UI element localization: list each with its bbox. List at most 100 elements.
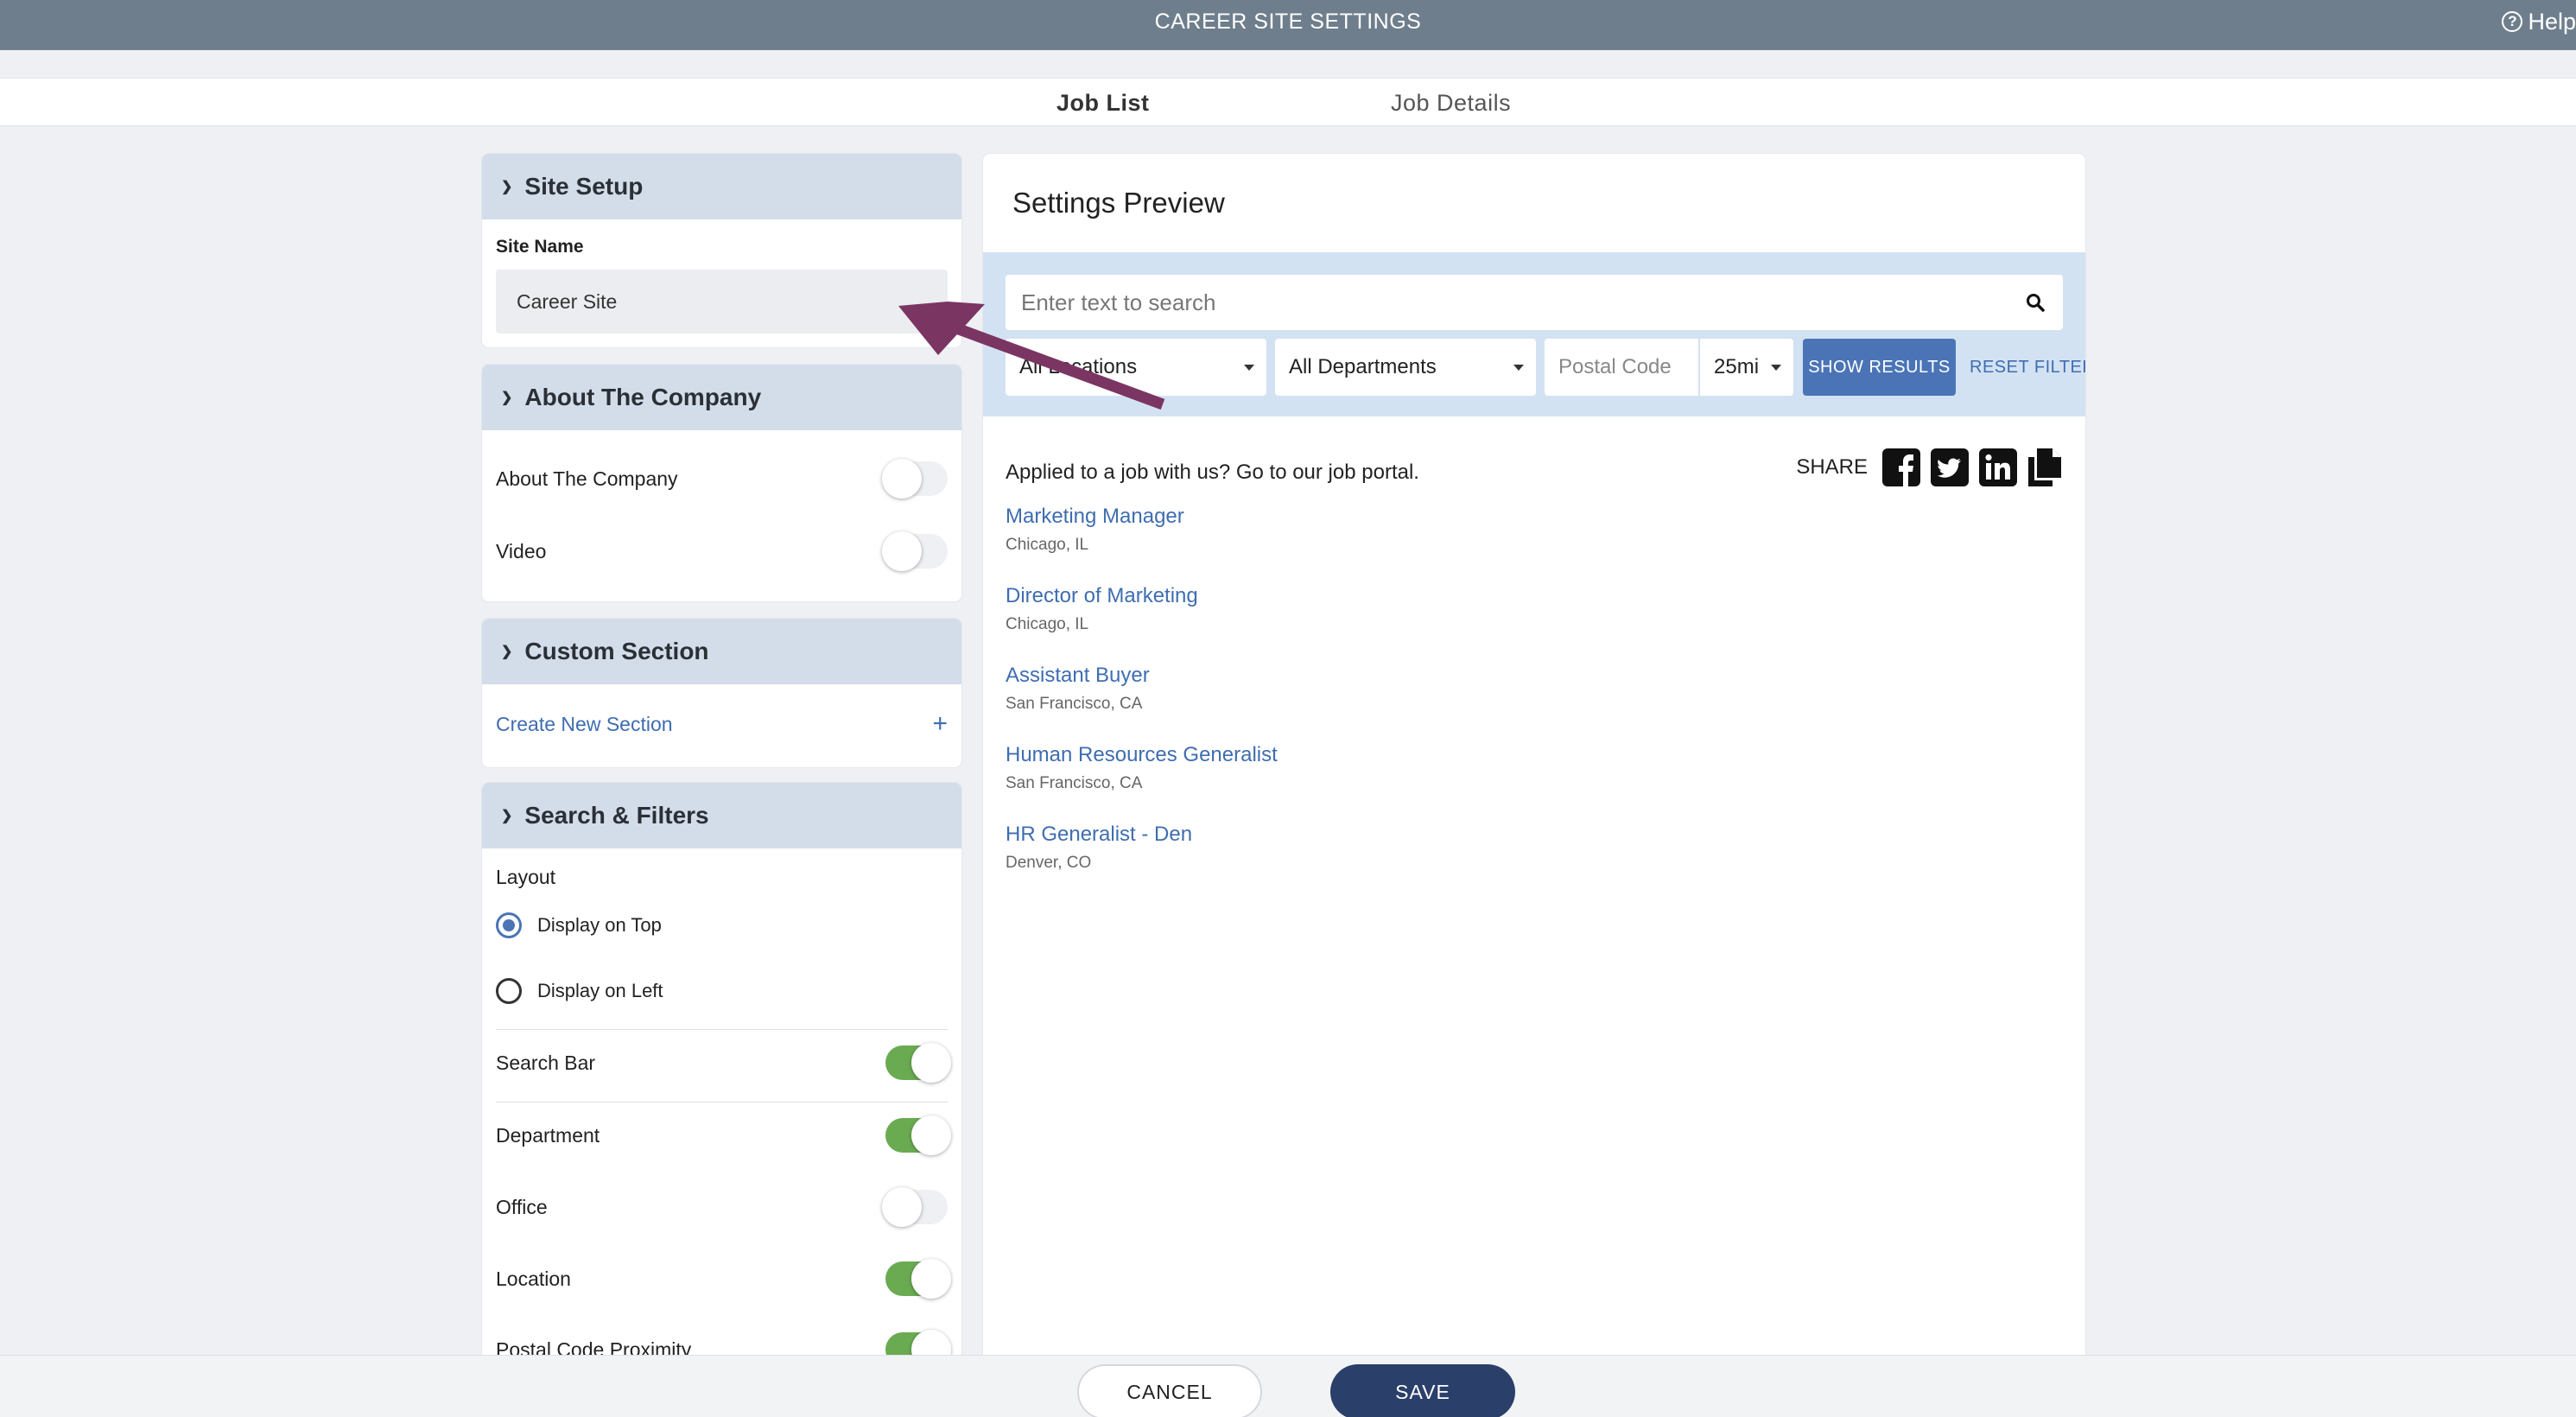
search-bar-toggle[interactable] [885, 1043, 951, 1083]
linkedin-icon[interactable] [1978, 448, 2018, 487]
search-placeholder: Enter text to search [1021, 289, 1216, 315]
tab-bar: Job List Job Details [0, 78, 2576, 126]
search-filters-title: Search & Filters [524, 802, 709, 829]
help-link[interactable]: ? Help [2502, 0, 2576, 43]
departments-select[interactable]: All Departments [1275, 339, 1536, 396]
locations-value: All Locations [1019, 355, 1138, 378]
display-on-left-label: Display on Left [537, 980, 663, 1001]
display-on-top-option[interactable]: Display on Top [496, 912, 662, 938]
page-title: CAREER SITE SETTINGS [1154, 10, 1422, 34]
job-listing: Marketing Manager Chicago, IL [1006, 505, 1184, 555]
job-title-link[interactable]: Marketing Manager [1006, 505, 1184, 529]
job-location: San Francisco, CA [1006, 695, 1143, 713]
radius-value: 25mi [1714, 355, 1760, 378]
share-label: SHARE [1796, 455, 1868, 479]
job-title-link[interactable]: Director of Marketing [1006, 584, 1198, 608]
save-button[interactable]: SAVE [1330, 1364, 1515, 1417]
toggle-knob [911, 1043, 951, 1083]
create-new-section-button[interactable]: Create New Section + [482, 705, 961, 743]
top-bar: CAREER SITE SETTINGS ? Help [0, 0, 2576, 50]
about-company-row: About The Company [482, 459, 961, 499]
facebook-icon[interactable] [1881, 448, 1921, 487]
job-location: San Francisco, CA [1006, 774, 1143, 792]
layout-label: Layout [496, 866, 556, 888]
department-row: Department [482, 1115, 961, 1155]
about-company-toggle[interactable] [882, 459, 948, 499]
site-setup-panel: ❯ Site Setup Site Name Career Site [482, 154, 961, 347]
caret-down-icon [1244, 365, 1254, 371]
help-label: Help [2528, 9, 2576, 35]
location-toggle[interactable] [885, 1259, 951, 1299]
search-icon[interactable] [2025, 292, 2046, 313]
location-row: Location [482, 1259, 961, 1299]
office-label: Office [496, 1195, 548, 1218]
chevron-down-icon: ❯ [501, 391, 513, 405]
search-bar-label: Search Bar [496, 1051, 596, 1074]
copy-icon[interactable] [2027, 448, 2063, 487]
cancel-button[interactable]: CANCEL [1077, 1364, 1262, 1417]
search-filters-panel: ❯ Search & Filters Layout Display on Top… [482, 783, 961, 1388]
job-location: Chicago, IL [1006, 536, 1089, 554]
show-results-button[interactable]: SHOW RESULTS [1803, 339, 1956, 396]
job-title-link[interactable]: HR Generalist - Den [1006, 823, 1192, 847]
create-new-section-label: Create New Section [496, 712, 673, 735]
postal-code-input[interactable]: Postal Code [1545, 339, 1698, 396]
office-toggle[interactable] [882, 1187, 948, 1227]
job-listing: Human Resources Generalist San Francisco… [1006, 743, 1278, 793]
radius-select[interactable]: 25mi [1700, 339, 1793, 396]
office-row: Office [482, 1187, 961, 1227]
filter-band: Enter text to search All Locations All D… [983, 252, 2085, 416]
tab-job-list[interactable]: Job List [1056, 79, 1150, 127]
department-label: Department [496, 1123, 600, 1147]
site-name-input[interactable]: Career Site [496, 270, 948, 334]
display-on-top-label: Display on Top [537, 914, 662, 936]
chevron-down-icon: ❯ [501, 645, 513, 659]
chevron-down-icon: ❯ [501, 809, 513, 823]
about-company-title: About The Company [524, 384, 762, 410]
search-bar-row: Search Bar [482, 1043, 961, 1083]
twitter-icon[interactable] [1930, 448, 1970, 487]
job-portal-text: Applied to a job with us? Go to our job … [1006, 461, 1419, 484]
share-bar: SHARE [1796, 448, 2063, 487]
custom-section-title: Custom Section [524, 638, 709, 664]
location-label: Location [496, 1267, 571, 1290]
custom-section-header[interactable]: ❯ Custom Section [482, 619, 961, 684]
radio-display-on-left[interactable] [496, 978, 522, 1004]
job-listing: Assistant Buyer San Francisco, CA [1006, 664, 1150, 714]
locations-select[interactable]: All Locations [1006, 339, 1266, 396]
help-icon: ? [2502, 11, 2523, 32]
job-location: Denver, CO [1006, 854, 1092, 872]
site-setup-title: Site Setup [524, 173, 644, 200]
tab-job-details[interactable]: Job Details [1391, 79, 1511, 127]
settings-preview-panel: Settings Preview Enter text to search Al… [983, 154, 2085, 1417]
about-company-panel: ❯ About The Company About The Company Vi… [482, 365, 961, 601]
search-filters-header[interactable]: ❯ Search & Filters [482, 783, 961, 848]
toggle-knob [882, 531, 922, 571]
job-location: Chicago, IL [1006, 615, 1089, 633]
site-name-label: Site Name [496, 237, 584, 257]
department-toggle[interactable] [885, 1115, 951, 1155]
chevron-down-icon: ❯ [501, 180, 513, 194]
display-on-left-option[interactable]: Display on Left [496, 978, 663, 1004]
job-title-link[interactable]: Assistant Buyer [1006, 664, 1150, 688]
video-label: Video [496, 539, 547, 562]
toggle-knob [911, 1259, 951, 1299]
caret-down-icon [1771, 365, 1781, 371]
reset-filters-link[interactable]: RESET FILTERS [1970, 339, 2085, 396]
bottom-action-bar: CANCEL SAVE [0, 1355, 2576, 1417]
toggle-knob [882, 459, 922, 499]
plus-icon: + [932, 709, 948, 738]
about-company-header[interactable]: ❯ About The Company [482, 365, 961, 430]
video-row: Video [482, 531, 961, 571]
settings-preview-title: Settings Preview [1012, 187, 1225, 219]
toggle-knob [882, 1187, 922, 1227]
departments-value: All Departments [1289, 355, 1437, 378]
caret-down-icon [1513, 365, 1524, 371]
radio-display-on-top[interactable] [496, 912, 522, 938]
job-title-link[interactable]: Human Resources Generalist [1006, 743, 1278, 767]
search-input[interactable]: Enter text to search [1006, 275, 2063, 330]
video-toggle[interactable] [882, 531, 948, 571]
toggle-knob [911, 1115, 951, 1155]
site-setup-header[interactable]: ❯ Site Setup [482, 154, 961, 219]
divider [496, 1029, 948, 1030]
